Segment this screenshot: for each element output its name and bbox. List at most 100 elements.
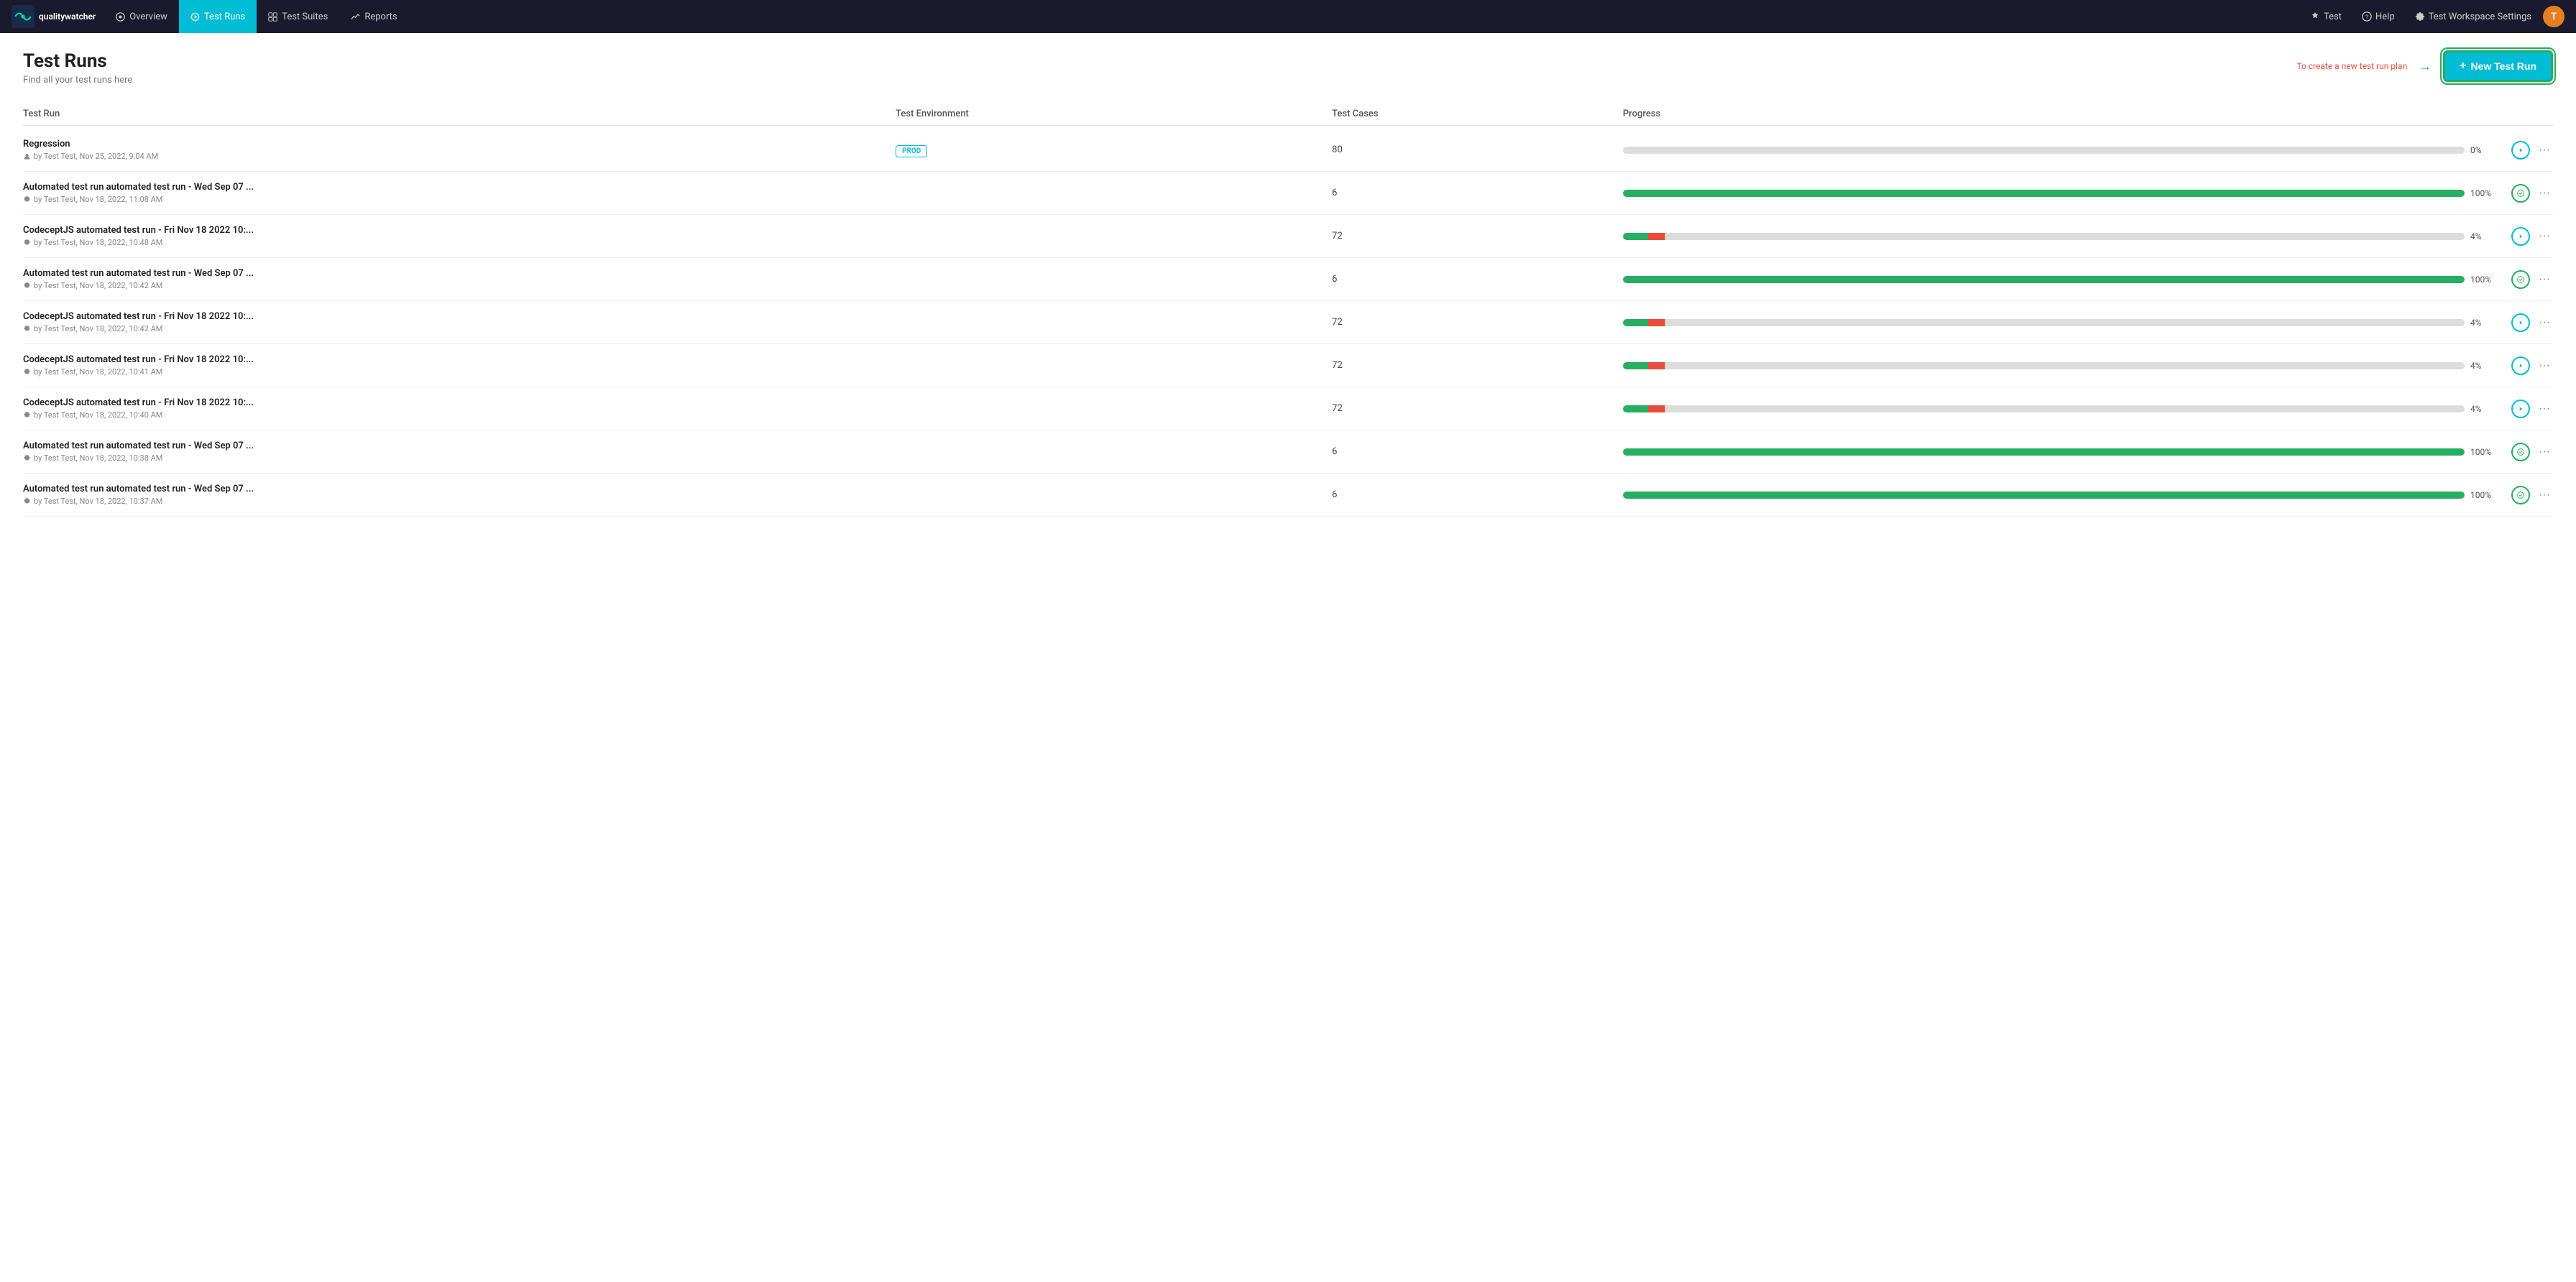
nav-item-test-runs[interactable]: Test Runs (179, 0, 257, 33)
table-row: Automated test run automated test run - … (23, 258, 2553, 301)
progress-pct-label: 4% (2470, 318, 2496, 328)
progress-cell: 100% (1623, 490, 2496, 500)
test-cases-cell: 6 (1332, 188, 1623, 198)
progress-bar-fill (1623, 190, 2465, 197)
progress-pct-label: 100% (2470, 188, 2496, 198)
play-button[interactable] (2511, 443, 2530, 461)
env-badge: PROD (896, 145, 927, 157)
table-row: CodeceptJS automated test run - Fri Nov … (23, 344, 2553, 387)
more-options-button[interactable]: ··· (2536, 487, 2553, 503)
progress-bar-bg (1623, 147, 2465, 154)
run-meta: by Test Test, Nov 18, 2022, 10:48 AM (23, 238, 896, 247)
play-button[interactable] (2511, 184, 2530, 203)
progress-pct-label: 4% (2470, 361, 2496, 371)
nav-item-reports[interactable]: Reports (339, 0, 408, 33)
play-button[interactable] (2511, 141, 2530, 160)
test-cases-cell: 6 (1332, 489, 1623, 500)
progress-bar-bg (1623, 362, 2465, 369)
new-test-run-button[interactable]: + New Test Run (2443, 50, 2553, 82)
nav-settings-item[interactable]: Test Workspace Settings (2406, 0, 2540, 33)
new-test-run-label: New Test Run (2470, 60, 2536, 72)
progress-pct-label: 4% (2470, 404, 2496, 414)
plus-icon: + (2460, 60, 2466, 73)
more-options-button[interactable]: ··· (2536, 358, 2553, 374)
run-meta: by Test Test, Nov 25, 2022, 9:04 AM (23, 152, 896, 161)
nav-items: Overview Test Runs Test Suites Reports (104, 0, 2301, 33)
test-cases-cell: 72 (1332, 231, 1623, 241)
play-button[interactable] (2511, 313, 2530, 332)
nav-item-overview[interactable]: Overview (104, 0, 179, 33)
run-name-cell: Automated test run automated test run - … (23, 182, 896, 204)
more-options-button[interactable]: ··· (2536, 444, 2553, 460)
main-content: Test Runs Find all your test runs here T… (0, 33, 2576, 1282)
run-name-cell: Automated test run automated test run - … (23, 484, 896, 506)
run-name: CodeceptJS automated test run - Fri Nov … (23, 354, 896, 365)
play-button[interactable] (2511, 270, 2530, 289)
progress-bar-bg (1623, 233, 2465, 240)
nav-workspace-settings-label: Test Workspace Settings (2429, 11, 2531, 22)
page-subtitle: Find all your test runs here (23, 75, 132, 86)
test-cases-cell: 6 (1332, 446, 1623, 457)
more-options-button[interactable]: ··· (2536, 142, 2553, 158)
test-cases-cell: 72 (1332, 317, 1623, 328)
progress-bar-fill (1623, 362, 2465, 369)
run-meta: by Test Test, Nov 18, 2022, 10:38 AM (23, 453, 896, 463)
table-row: Regression by Test Test, Nov 25, 2022, 9… (23, 129, 2553, 172)
table-row: Automated test run automated test run - … (23, 430, 2553, 474)
progress-pct-label: 100% (2470, 447, 2496, 457)
more-options-button[interactable]: ··· (2536, 315, 2553, 331)
run-name: Regression (23, 139, 896, 149)
table-row: CodeceptJS automated test run - Fri Nov … (23, 387, 2553, 430)
run-name: CodeceptJS automated test run - Fri Nov … (23, 225, 896, 236)
play-button[interactable] (2511, 486, 2530, 504)
progress-cell: 100% (1623, 188, 2496, 198)
progress-cell: 0% (1623, 145, 2496, 155)
progress-bar-bg (1623, 448, 2465, 456)
more-options-button[interactable]: ··· (2536, 401, 2553, 417)
nav-help-label: Help (2375, 11, 2395, 22)
play-button[interactable] (2511, 400, 2530, 418)
more-options-button[interactable]: ··· (2536, 229, 2553, 244)
progress-bar-fill (1623, 276, 2465, 283)
logo[interactable]: qualitywatcher (12, 5, 96, 28)
progress-bar-bg (1623, 405, 2465, 412)
progress-cell: 100% (1623, 275, 2496, 285)
run-meta: by Test Test, Nov 18, 2022, 10:37 AM (23, 497, 896, 506)
table-header: Test Run Test Environment Test Cases Pro… (23, 103, 2553, 126)
col-header-progress: Progress (1623, 109, 2496, 119)
progress-bar-bg (1623, 276, 2465, 283)
progress-bar-fill (1623, 405, 2465, 412)
run-name-cell: CodeceptJS automated test run - Fri Nov … (23, 354, 896, 377)
nav-item-test-suites[interactable]: Test Suites (257, 0, 339, 33)
nav-avatar[interactable]: T (2543, 6, 2564, 27)
progress-cell: 100% (1623, 447, 2496, 457)
more-options-button[interactable]: ··· (2536, 185, 2553, 201)
test-cases-cell: 6 (1332, 274, 1623, 285)
arrow-icon: → (2419, 59, 2432, 74)
action-cell: ··· (2496, 184, 2553, 203)
nav-help-item[interactable]: ? Help (2353, 0, 2404, 33)
action-cell: ··· (2496, 400, 2553, 418)
action-cell: ··· (2496, 227, 2553, 246)
progress-bar-fill (1623, 319, 2465, 326)
table-row: Automated test run automated test run - … (23, 474, 2553, 517)
header-right: To create a new test run plan → + New Te… (2296, 50, 2553, 82)
progress-pct-label: 4% (2470, 231, 2496, 241)
col-header-test-run: Test Run (23, 109, 896, 119)
run-name-cell: Automated test run automated test run - … (23, 268, 896, 290)
run-name: Automated test run automated test run - … (23, 268, 896, 279)
action-cell: ··· (2496, 270, 2553, 289)
svg-text:?: ? (2365, 14, 2368, 21)
test-cases-cell: 72 (1332, 360, 1623, 371)
progress-cell: 4% (1623, 318, 2496, 328)
table-row: Automated test run automated test run - … (23, 172, 2553, 215)
play-button[interactable] (2511, 227, 2530, 246)
more-options-button[interactable]: ··· (2536, 272, 2553, 287)
play-button[interactable] (2511, 356, 2530, 375)
nav-test-item[interactable]: Test (2301, 0, 2350, 33)
progress-bar-bg (1623, 492, 2465, 499)
test-cases-cell: 72 (1332, 403, 1623, 414)
run-name: CodeceptJS automated test run - Fri Nov … (23, 397, 896, 408)
progress-bar-fill (1623, 448, 2465, 456)
run-meta: by Test Test, Nov 18, 2022, 10:41 AM (23, 367, 896, 377)
